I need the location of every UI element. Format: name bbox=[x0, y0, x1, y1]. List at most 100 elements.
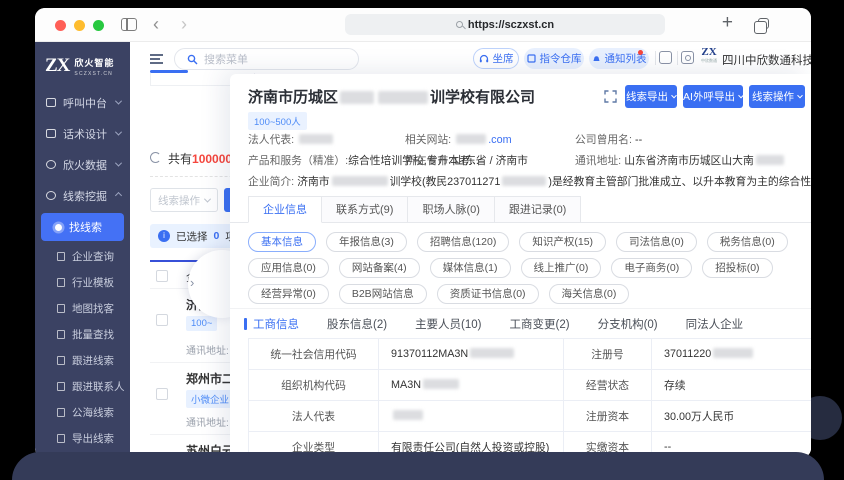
redacted-text bbox=[470, 348, 515, 358]
sidebar-item-label: 批量查找 bbox=[72, 328, 114, 341]
sidebar-item-find-leads[interactable]: 找线索 bbox=[41, 213, 124, 241]
address-bar[interactable]: https://sczxst.cn bbox=[345, 14, 665, 35]
section-tab-label: 工商信息 bbox=[253, 319, 299, 331]
section-tab-same-legal-rep[interactable]: 同法人企业 bbox=[686, 316, 744, 332]
pill-website-icp[interactable]: 网站备案(4) bbox=[338, 258, 420, 278]
app-sidebar: ZX 欣火智能 SCZXST.CN 呼叫中台 话术设计 欣火数据 线索挖掘 找线… bbox=[35, 42, 130, 458]
tab-contact-info[interactable]: 联系方式(9) bbox=[322, 196, 409, 223]
pill-intellectual-property[interactable]: 知识产权(15) bbox=[519, 232, 607, 252]
screenshot-icon[interactable] bbox=[681, 51, 694, 64]
company-name[interactable]: 郑州市二 bbox=[186, 370, 234, 387]
menu-collapse-icon[interactable] bbox=[150, 54, 163, 67]
selected-count: 0 bbox=[213, 230, 220, 242]
sidebar-group-label: 线索挖掘 bbox=[63, 190, 107, 203]
redacted-text bbox=[423, 379, 459, 389]
forward-button[interactable]: › bbox=[181, 11, 187, 37]
redacted-text bbox=[456, 134, 487, 144]
section-tab-business-info[interactable]: 工商信息 bbox=[244, 316, 299, 332]
tab-workplace-network[interactable]: 职场人脉(0) bbox=[408, 196, 495, 223]
brand: ZX 欣火智能 SCZXST.CN bbox=[35, 42, 130, 87]
pill-certificates[interactable]: 资质证书信息(0) bbox=[436, 284, 539, 304]
select-all-checkbox[interactable] bbox=[156, 270, 168, 282]
tab-company-info[interactable]: 企业信息 bbox=[248, 196, 322, 223]
pill-bidding[interactable]: 招投标(0) bbox=[702, 258, 773, 278]
zoom-window-button[interactable] bbox=[93, 20, 104, 31]
section-tab-branches[interactable]: 分支机构(0) bbox=[598, 316, 658, 332]
chevron-up-icon bbox=[114, 191, 123, 200]
pill-application[interactable]: 应用信息(0) bbox=[248, 258, 329, 278]
sidebar-group-call-center[interactable]: 呼叫中台 bbox=[35, 87, 130, 118]
refresh-icon[interactable] bbox=[150, 152, 161, 163]
pill-recruitment[interactable]: 招聘信息(120) bbox=[416, 232, 510, 252]
org-name[interactable]: 四川中欣数通科技有限公 bbox=[722, 52, 811, 68]
row-checkbox[interactable] bbox=[156, 388, 168, 400]
sidebar-group-script-design[interactable]: 话术设计 bbox=[35, 118, 130, 149]
pill-customs[interactable]: 海关信息(0) bbox=[548, 284, 630, 304]
tab-overview-icon[interactable] bbox=[754, 18, 769, 34]
chevron-down-icon bbox=[114, 159, 123, 167]
menu-search-input[interactable]: 搜索菜单 bbox=[174, 48, 359, 70]
sidebar-group-label: 欣火数据 bbox=[63, 159, 107, 172]
sidebar-item-company-search[interactable]: 企业查询 bbox=[35, 243, 130, 269]
redacted-text bbox=[299, 134, 334, 144]
seat-button[interactable]: 坐席 bbox=[473, 48, 519, 69]
target-icon bbox=[46, 191, 56, 200]
sidebar-group-lead-mining[interactable]: 线索挖掘 bbox=[35, 180, 130, 211]
pill-tax[interactable]: 税务信息(0) bbox=[706, 232, 788, 252]
org-logo-subtext: 中欣数通 bbox=[701, 58, 717, 63]
sidebar-toggle-icon[interactable] bbox=[121, 18, 137, 31]
building-icon bbox=[57, 251, 65, 261]
pill-online-promotion[interactable]: 线上推广(0) bbox=[520, 258, 602, 278]
browser-toolbar: ‹ › https://sczxst.cn + bbox=[35, 8, 811, 42]
notification-list-button[interactable]: 通知列表 bbox=[589, 48, 649, 69]
url-text: https://sczxst.cn bbox=[467, 18, 555, 31]
field-value: 山东省 / 济南市 bbox=[454, 155, 528, 167]
business-section-tabs: 工商信息 股东信息(2) 主要人员(10) 工商变更(2) 分支机构(0) 同法… bbox=[244, 316, 743, 332]
lead-action-dropdown[interactable]: 线索操作 bbox=[150, 188, 218, 212]
section-tab-business-changes[interactable]: 工商变更(2) bbox=[510, 316, 570, 332]
minimize-window-button[interactable] bbox=[74, 20, 85, 31]
redacted-text bbox=[502, 176, 547, 186]
sidebar-item-batch-search[interactable]: 批量查找 bbox=[35, 321, 130, 347]
new-tab-button[interactable]: + bbox=[722, 12, 733, 34]
sidebar-item-industry-template[interactable]: 行业模板 bbox=[35, 269, 130, 295]
region-field: 所在省市: 山东省 / 济南市 bbox=[405, 152, 528, 168]
export-icon bbox=[57, 433, 65, 443]
org-logo-text: ZX bbox=[701, 46, 717, 58]
pill-judicial[interactable]: 司法信息(0) bbox=[616, 232, 697, 252]
lead-operate-label: 线索操作 bbox=[752, 91, 794, 103]
section-tab-shareholders[interactable]: 股东信息(2) bbox=[327, 316, 387, 332]
pill-b2b-website[interactable]: B2B网站信息 bbox=[338, 284, 427, 304]
pill-abnormal-operation[interactable]: 经营异常(0) bbox=[248, 284, 329, 304]
company-size-tag: 100~500人 bbox=[248, 112, 307, 130]
back-button[interactable]: ‹ bbox=[153, 11, 159, 37]
sidebar-item-public-leads[interactable]: 公海线索 bbox=[35, 399, 130, 425]
field-label: 所在省市: bbox=[405, 155, 452, 167]
field-label: 企业简介: bbox=[248, 176, 295, 188]
sidebar-item-export-leads[interactable]: 导出线索 bbox=[35, 425, 130, 451]
tab-follow-records[interactable]: 跟进记录(0) bbox=[494, 196, 582, 223]
sidebar-item-follow-contacts[interactable]: 跟进联系人 bbox=[35, 373, 130, 399]
field-label: 公司曾用名: bbox=[575, 134, 632, 146]
fullscreen-icon[interactable] bbox=[604, 90, 617, 103]
sidebar-item-map-search[interactable]: 地图找客 bbox=[35, 295, 130, 321]
sidebar-group-xinhuo-data[interactable]: 欣火数据 bbox=[35, 149, 130, 180]
sidebar-item-follow-leads[interactable]: 跟进线索 bbox=[35, 347, 130, 373]
pill-ecommerce[interactable]: 电子商务(0) bbox=[611, 258, 693, 278]
pill-annual-report[interactable]: 年报信息(3) bbox=[326, 232, 407, 252]
ai-call-export-button[interactable]: AI外呼导出 bbox=[683, 85, 744, 108]
cell-value: 91370112MA3N bbox=[378, 338, 564, 370]
divider bbox=[230, 308, 811, 309]
website-link[interactable]: .com bbox=[488, 134, 511, 146]
legal-rep-field: 法人代表: bbox=[248, 131, 335, 147]
close-window-button[interactable] bbox=[55, 20, 66, 31]
command-store-button[interactable]: 指令仓库 bbox=[524, 48, 584, 69]
pill-media[interactable]: 媒体信息(1) bbox=[429, 258, 511, 278]
lead-operate-button[interactable]: 线索操作 bbox=[749, 85, 805, 108]
field-value: -- bbox=[634, 134, 643, 146]
workspace-switch-icon[interactable] bbox=[659, 51, 672, 64]
section-tab-key-people[interactable]: 主要人员(10) bbox=[415, 316, 481, 332]
row-checkbox[interactable] bbox=[156, 314, 168, 326]
pill-basic-info[interactable]: 基本信息 bbox=[248, 232, 316, 252]
lead-export-button[interactable]: 线索导出 bbox=[625, 85, 677, 108]
